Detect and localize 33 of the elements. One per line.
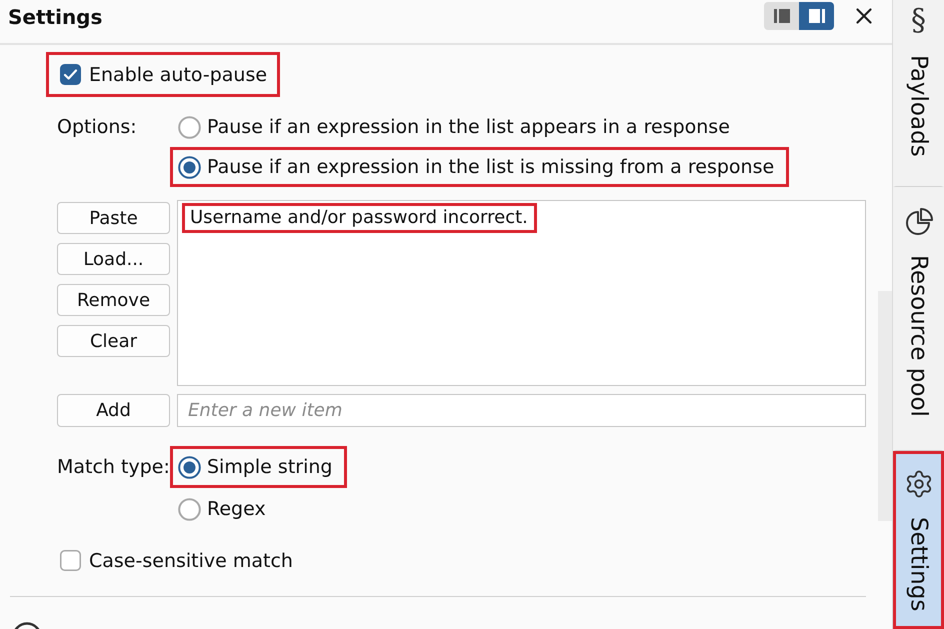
panel-layout-icon: [808, 8, 824, 22]
section-sign-icon: §: [911, 5, 926, 37]
sidebar-tab[interactable]: Resource pool: [893, 186, 944, 451]
list-action-button[interactable]: Load...: [57, 243, 170, 275]
radio-option[interactable]: Regex: [170, 488, 281, 530]
sidebar-tab[interactable]: § Payloads: [893, 0, 944, 187]
list-action-button[interactable]: Clear: [57, 325, 170, 357]
layout-button[interactable]: [764, 2, 799, 30]
panel-layout-icon: [774, 8, 790, 22]
layout-button[interactable]: [799, 2, 834, 30]
pie-chart-icon: [904, 206, 934, 237]
list-item[interactable]: Username and/or password incorrect.: [182, 203, 537, 233]
expression-list[interactable]: Username and/or password incorrect.: [177, 200, 866, 386]
radio-option[interactable]: Pause if an expression in the list appears in a response: [170, 107, 745, 147]
checkbox-option[interactable]: Case-sensitive match: [46, 538, 306, 583]
window-title: Settings: [8, 5, 104, 29]
sidebar-tab[interactable]: Settings: [893, 450, 944, 629]
radio-button[interactable]: [178, 116, 201, 138]
radio-button[interactable]: [178, 156, 201, 178]
scrollbar-thumb[interactable]: [878, 291, 892, 521]
radio-option[interactable]: Simple string: [170, 446, 348, 488]
radio-option[interactable]: Pause if an expression in the list is missing from a response: [170, 147, 790, 187]
list-action-button[interactable]: Paste: [57, 202, 170, 234]
options-label: Options:: [57, 115, 138, 140]
list-action-button[interactable]: Remove: [57, 284, 170, 316]
radio-button[interactable]: [178, 456, 201, 478]
add-button[interactable]: Add: [57, 394, 170, 427]
radio-button[interactable]: [178, 498, 201, 520]
new-item-field[interactable]: Enter a new item: [177, 394, 866, 427]
checkbox[interactable]: [60, 550, 81, 571]
checkbox-option[interactable]: Enable auto-pause: [46, 52, 280, 97]
match-type-label: Match type:: [57, 455, 170, 480]
checkbox[interactable]: [60, 64, 81, 85]
